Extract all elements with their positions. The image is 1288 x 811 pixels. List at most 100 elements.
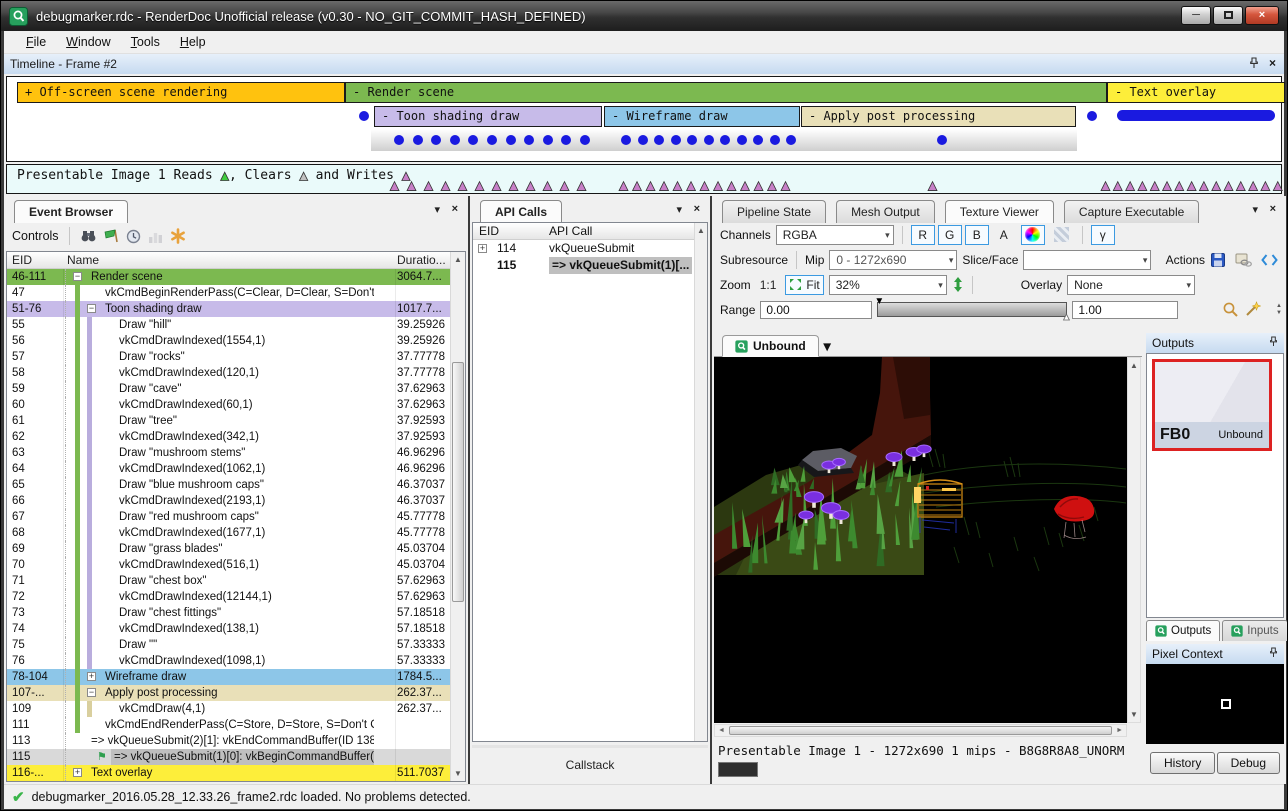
tab-capture-executable[interactable]: Capture Executable <box>1064 200 1199 223</box>
menu-file[interactable]: File <box>16 32 56 52</box>
collapse-icon[interactable]: − <box>87 688 96 697</box>
pixel-context-header[interactable]: Pixel Context <box>1146 644 1284 664</box>
draw-event-dot[interactable] <box>487 135 497 145</box>
write-event-triangle[interactable]: ▲ <box>407 178 416 193</box>
event-browser-scrollbar[interactable]: ▲ ▼ <box>450 252 465 781</box>
gamma-button[interactable]: γ <box>1091 225 1115 245</box>
write-event-triangle[interactable]: ▲ <box>673 178 682 193</box>
open-shader-icon[interactable] <box>1261 252 1278 268</box>
pin-icon[interactable] <box>1269 336 1278 347</box>
toolbar-overflow-spinner[interactable]: ▲▼ <box>1272 300 1286 320</box>
write-event-triangle[interactable]: ▲ <box>560 178 569 193</box>
collapse-icon[interactable]: − <box>87 304 96 313</box>
scroll-down-icon[interactable]: ▼ <box>451 766 465 781</box>
draw-event-dot[interactable] <box>543 135 553 145</box>
event-row-58[interactable]: 58vkCmdDrawIndexed(120,1)37.77778 <box>7 365 450 381</box>
texture-tabs-caret-icon[interactable]: ▾ <box>823 339 831 356</box>
draw-event-dot[interactable] <box>737 135 747 145</box>
event-row-109[interactable]: 109vkCmdDraw(4,1)262.37... <box>7 701 450 717</box>
jump-to-event-icon[interactable] <box>104 229 119 244</box>
range-max-input[interactable]: 1.00 <box>1072 301 1178 319</box>
write-event-triangle[interactable]: ▲ <box>1187 178 1196 193</box>
slice-face-selector[interactable]: ▾ <box>1023 250 1151 270</box>
event-row-70[interactable]: 70vkCmdDrawIndexed(516,1)45.03704 <box>7 557 450 573</box>
write-event-triangle[interactable]: ▲ <box>1236 178 1245 193</box>
write-event-triangle[interactable]: ▲ <box>700 178 709 193</box>
timeline-marker-render-scene[interactable]: - Render scene <box>345 82 1107 103</box>
time-events-icon[interactable] <box>126 229 141 244</box>
write-event-triangle[interactable]: ▲ <box>526 178 535 193</box>
find-event-icon[interactable] <box>80 229 97 244</box>
event-row-107-...[interactable]: 107-...−Apply post processing262.37... <box>7 685 450 701</box>
tab-pipeline-state[interactable]: Pipeline State <box>722 200 826 223</box>
event-row-63[interactable]: 63Draw "mushroom stems"46.96296 <box>7 445 450 461</box>
scroll-up-icon[interactable]: ▲ <box>695 223 707 238</box>
texture-display[interactable] <box>714 357 1127 723</box>
write-event-triangle[interactable]: ▲ <box>492 178 501 193</box>
panel-menu-caret-icon[interactable]: ▾ <box>434 203 440 216</box>
write-event-triangle[interactable]: ▲ <box>1138 178 1147 193</box>
close-button[interactable]: × <box>1245 6 1279 25</box>
alpha-background-button[interactable] <box>1050 225 1074 245</box>
event-table-header[interactable]: EID Name Duratio... <box>7 252 450 269</box>
draw-event-dot[interactable] <box>621 135 631 145</box>
channel-b-button[interactable]: B <box>965 225 989 245</box>
event-row-65[interactable]: 65Draw "blue mushroom caps"46.37037 <box>7 477 450 493</box>
draw-event-dot[interactable] <box>937 135 947 145</box>
pin-icon[interactable] <box>1249 57 1259 69</box>
write-event-triangle[interactable]: ▲ <box>928 178 937 193</box>
pin-icon[interactable] <box>1269 647 1278 658</box>
autofit-wand-icon[interactable] <box>1244 301 1261 318</box>
timeline-body[interactable]: + Off-screen scene rendering- Render sce… <box>6 76 1282 162</box>
write-event-triangle[interactable]: ▲ <box>577 178 586 193</box>
draw-event-dot[interactable] <box>671 135 681 145</box>
panel-close-icon[interactable]: × <box>694 203 700 215</box>
tab-inputs[interactable]: Inputs <box>1222 620 1287 641</box>
scroll-left-icon[interactable]: ◄ <box>715 725 728 736</box>
timeline-close-icon[interactable]: × <box>1269 56 1276 70</box>
zoom-level-selector[interactable]: 32% ▾ <box>829 275 947 295</box>
menu-window[interactable]: Window <box>56 32 120 52</box>
output-thumbnail-fb0[interactable]: FB0 Unbound <box>1152 359 1272 451</box>
event-row-66[interactable]: 66vkCmdDrawIndexed(2193,1)46.37037 <box>7 493 450 509</box>
write-event-triangle[interactable]: ▲ <box>1249 178 1258 193</box>
write-event-triangle[interactable]: ▲ <box>754 178 763 193</box>
draw-event-dot[interactable] <box>654 135 664 145</box>
zoom-1to1-button[interactable]: 1:1 <box>756 275 781 295</box>
write-event-triangle[interactable]: ▲ <box>1163 178 1172 193</box>
custom-display-button[interactable] <box>1021 225 1045 245</box>
api-table-header[interactable]: EID API Call <box>473 223 707 240</box>
api-call-row-114[interactable]: +114vkQueueSubmit <box>473 240 707 257</box>
event-row-75[interactable]: 75Draw ""57.33333 <box>7 637 450 653</box>
write-event-triangle[interactable]: ▲ <box>458 178 467 193</box>
event-row-68[interactable]: 68vkCmdDrawIndexed(1677,1)45.77778 <box>7 525 450 541</box>
write-event-triangle[interactable]: ▲ <box>1150 178 1159 193</box>
mip-selector[interactable]: 0 - 1272x690 ▾ <box>829 250 957 270</box>
pixel-context-display[interactable] <box>1146 664 1284 744</box>
event-row-46-111[interactable]: 46-111−Render scene3064.7... <box>7 269 450 285</box>
history-button[interactable]: History <box>1150 752 1215 774</box>
write-event-triangle[interactable]: ▲ <box>543 178 552 193</box>
panel-menu-caret-icon[interactable]: ▾ <box>1252 203 1258 216</box>
draw-event-dot[interactable] <box>753 135 763 145</box>
scrollbar-thumb[interactable] <box>729 726 1112 735</box>
channels-selector[interactable]: RGBA ▾ <box>776 225 894 245</box>
event-row-57[interactable]: 57Draw "rocks"37.77778 <box>7 349 450 365</box>
save-texture-icon[interactable] <box>1210 252 1226 268</box>
event-row-72[interactable]: 72vkCmdDrawIndexed(12144,1)57.62963 <box>7 589 450 605</box>
event-row-113[interactable]: 113=> vkQueueSubmit(2)[1]: vkEndCommandB… <box>7 733 450 749</box>
timeline-marker-wireframe-draw[interactable]: - Wireframe draw <box>604 106 800 127</box>
write-event-triangle[interactable]: ▲ <box>619 178 628 193</box>
write-event-triangle[interactable]: ▲ <box>741 178 750 193</box>
channel-g-button[interactable]: G <box>938 225 962 245</box>
event-row-59[interactable]: 59Draw "cave"37.62963 <box>7 381 450 397</box>
maximize-button[interactable] <box>1213 6 1243 25</box>
write-event-triangle[interactable]: ▲ <box>1113 178 1122 193</box>
tab-outputs[interactable]: Outputs <box>1146 620 1220 641</box>
event-row-73[interactable]: 73Draw "chest fittings"57.18518 <box>7 605 450 621</box>
panel-menu-caret-icon[interactable]: ▾ <box>676 203 682 216</box>
scroll-down-icon[interactable]: ▼ <box>1128 707 1140 722</box>
write-event-triangle[interactable]: ▲ <box>475 178 484 193</box>
channel-a-button[interactable]: A <box>992 225 1016 245</box>
tab-unbound-texture[interactable]: Unbound <box>722 335 819 357</box>
